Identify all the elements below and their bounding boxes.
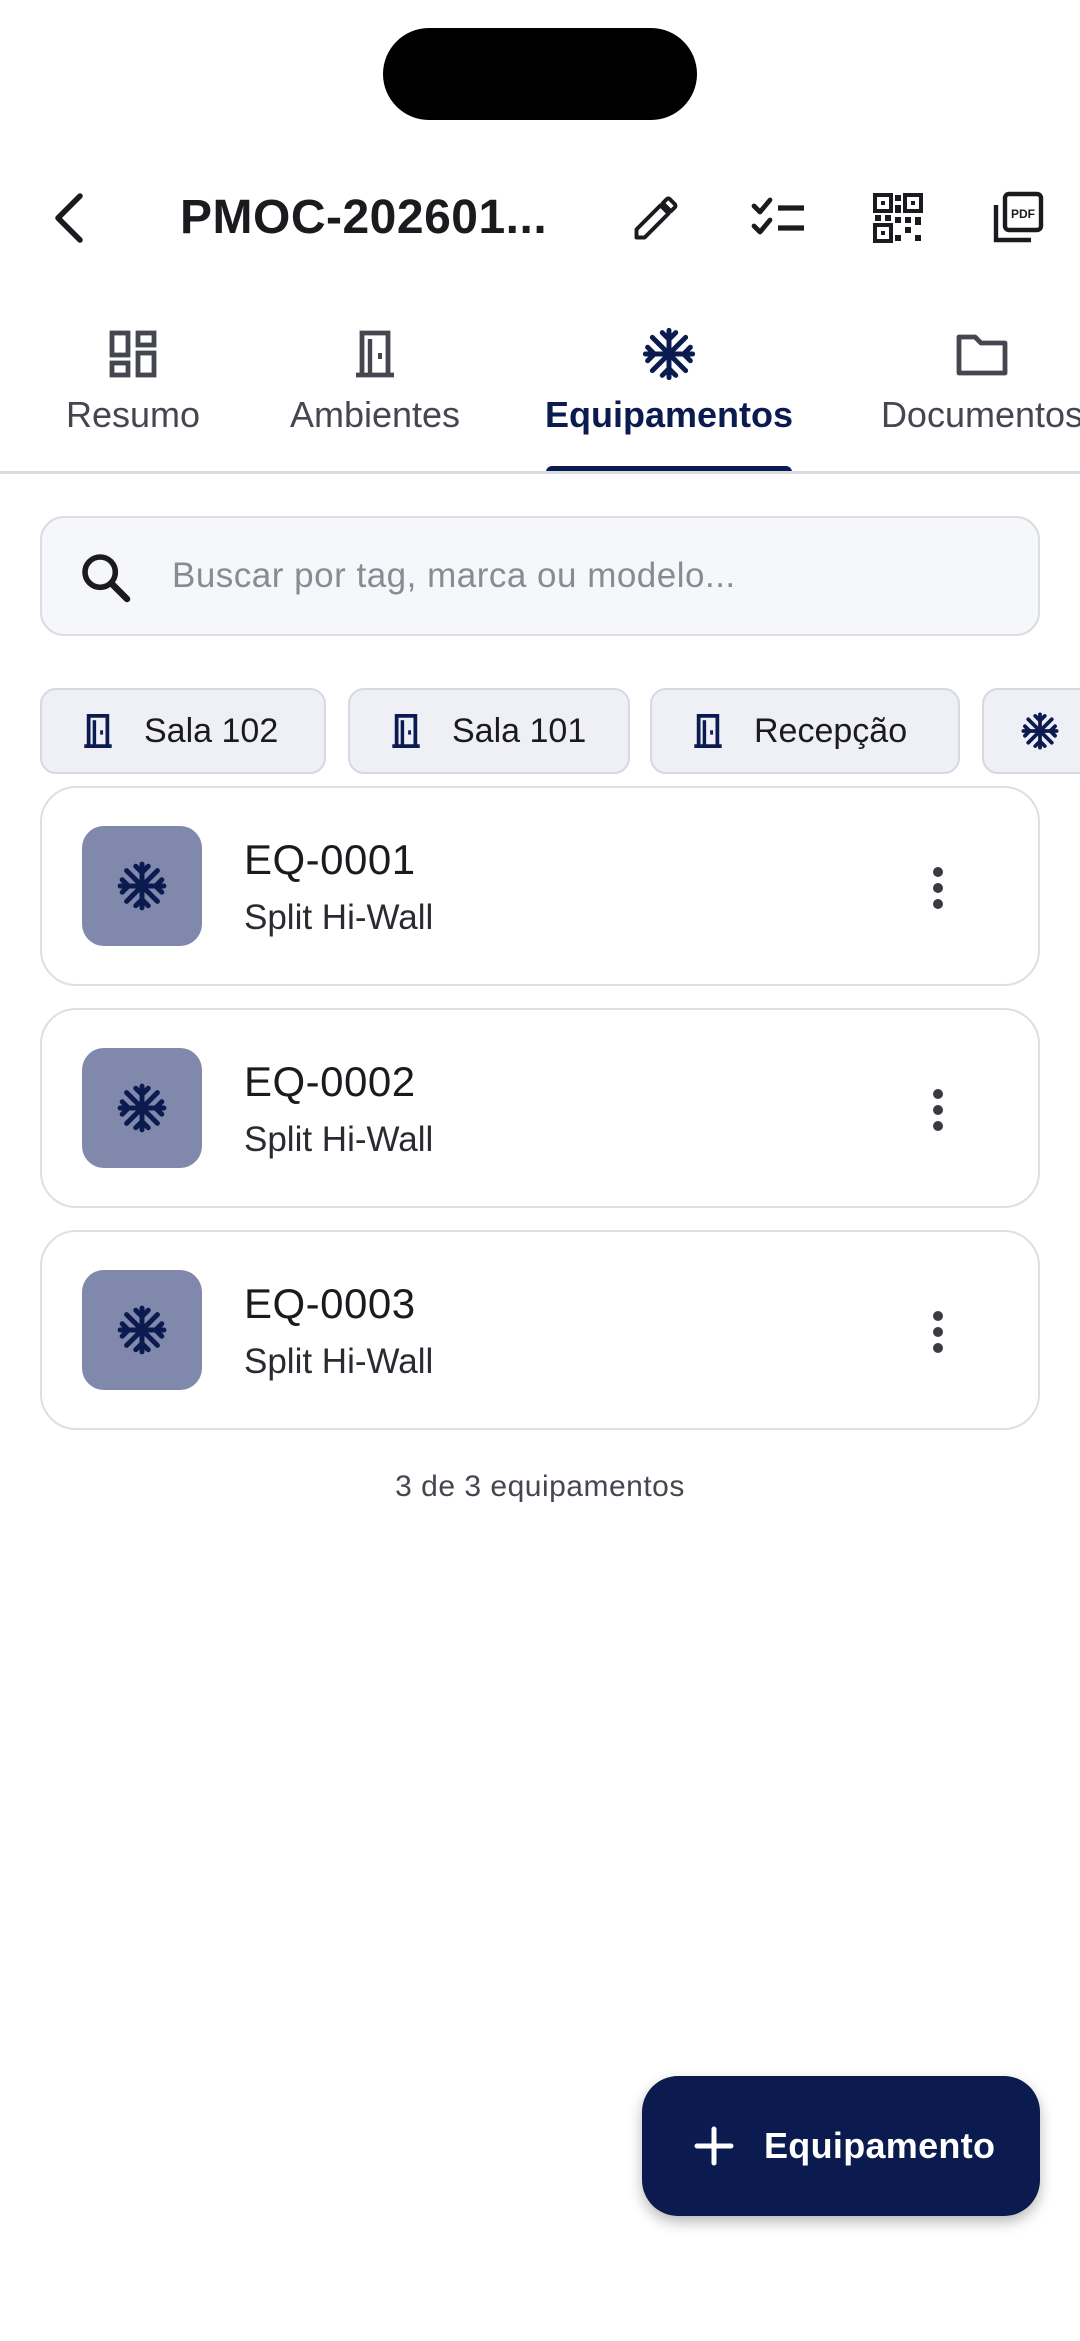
snowflake-icon — [642, 327, 696, 381]
more-options-button[interactable] — [908, 858, 968, 918]
equipment-type: Split Hi-Wall — [244, 898, 434, 937]
tab-equipamentos[interactable]: Equipamentos — [544, 316, 794, 471]
equipment-type: Split Hi-Wall — [244, 1342, 434, 1381]
equipment-type: Split Hi-Wall — [244, 1120, 434, 1159]
equipment-type-tile — [82, 1270, 202, 1390]
door-icon — [356, 330, 394, 378]
snowflake-icon — [117, 1083, 167, 1133]
more-vertical-icon — [933, 1311, 943, 1353]
page-title: PMOC-202601... — [180, 191, 548, 244]
more-vertical-icon — [933, 1089, 943, 1131]
door-icon — [392, 714, 420, 748]
tab-ambientes[interactable]: Ambientes — [282, 316, 468, 471]
chip-label: Sala 101 — [452, 711, 587, 750]
fab-label: Equipamento — [764, 2125, 996, 2166]
qr-code-button[interactable] — [864, 184, 932, 252]
equipment-tag: EQ-0001 — [244, 836, 416, 883]
tab-label: Ambientes — [289, 394, 461, 435]
add-equipment-button[interactable]: Equipamento — [642, 2076, 1040, 2216]
tab-label: Resumo — [65, 394, 201, 435]
plus-icon — [694, 2126, 734, 2166]
back-button[interactable] — [40, 188, 100, 248]
folder-icon — [956, 334, 1008, 376]
svg-text:PDF: PDF — [1011, 207, 1035, 221]
camera-notch — [383, 28, 697, 120]
equipment-card[interactable]: EQ-0003 Split Hi-Wall — [40, 1230, 1040, 1430]
equipment-card[interactable]: EQ-0001 Split Hi-Wall — [40, 786, 1040, 986]
tab-bar: Resumo Ambientes Equipamentos Documentos — [0, 316, 1080, 474]
door-icon — [84, 714, 112, 748]
chevron-left-icon — [55, 193, 83, 243]
equipment-type-tile — [82, 826, 202, 946]
chip-label: Recepção — [754, 711, 908, 750]
tab-label: Equipamentos — [544, 394, 794, 435]
filter-chip-sala-102[interactable]: Sala 102 — [40, 688, 326, 774]
snowflake-icon — [117, 1305, 167, 1355]
results-count: 3 de 3 equipamentos — [395, 1470, 685, 1503]
equipment-card[interactable]: EQ-0002 Split Hi-Wall — [40, 1008, 1040, 1208]
snowflake-icon — [117, 861, 167, 911]
search-icon — [82, 554, 131, 603]
equipment-tag: EQ-0003 — [244, 1280, 416, 1327]
active-tab-indicator — [546, 466, 792, 471]
qr-code-icon — [873, 193, 923, 243]
more-options-button[interactable] — [908, 1080, 968, 1140]
pdf-icon: PDF — [993, 191, 1044, 243]
pdf-button[interactable]: PDF — [984, 184, 1052, 252]
app-bar: PMOC-202601... PDF — [0, 168, 1080, 268]
more-options-button[interactable] — [908, 1302, 968, 1362]
tab-documentos[interactable]: Documentos — [872, 316, 1080, 471]
edit-icon — [634, 196, 678, 240]
filter-chips: Sala 102 Sala 101 Recepção — [40, 688, 1080, 774]
equipment-tag: EQ-0002 — [244, 1058, 416, 1105]
door-icon — [694, 714, 722, 748]
tab-label: Documentos — [880, 394, 1080, 435]
chip-label: Sala 102 — [144, 711, 279, 750]
dashboard-icon — [109, 330, 157, 378]
more-vertical-icon — [933, 867, 943, 909]
checklist-icon — [751, 197, 804, 235]
search-bar — [40, 516, 1040, 636]
tab-resumo[interactable]: Resumo — [44, 316, 222, 471]
filter-chip-sala-101[interactable]: Sala 101 — [348, 688, 630, 774]
filter-chip-recepcao[interactable]: Recepção — [650, 688, 960, 774]
search-input[interactable] — [172, 518, 1012, 634]
checklist-button[interactable] — [744, 184, 812, 252]
equipment-type-tile — [82, 1048, 202, 1168]
filter-chip-equipment-type[interactable] — [982, 688, 1080, 774]
edit-button[interactable] — [622, 184, 690, 252]
snowflake-icon — [1021, 712, 1059, 750]
